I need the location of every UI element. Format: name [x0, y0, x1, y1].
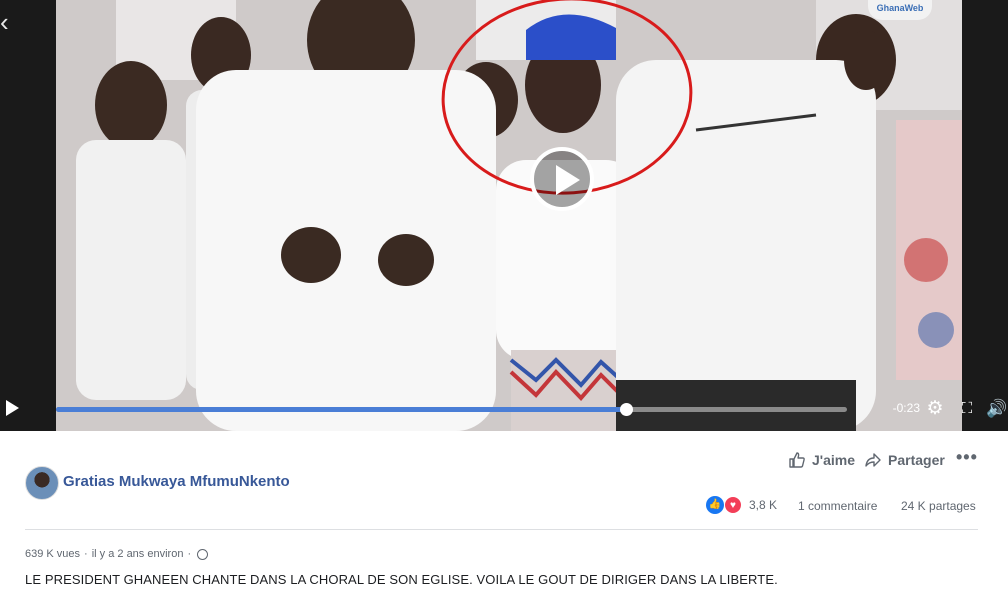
globe-icon — [197, 548, 209, 560]
watermark-logo: GhanaWeb — [868, 0, 932, 20]
gear-icon[interactable]: ⚙ — [924, 398, 946, 420]
view-count: 639 K vues — [25, 548, 81, 560]
volume-icon[interactable]: 🔊 — [986, 398, 1008, 420]
thumbs-up-icon — [789, 452, 805, 468]
post-time[interactable]: il y a 2 ans environ — [92, 548, 184, 560]
share-button[interactable]: Partager — [864, 450, 945, 470]
like-button[interactable]: J'aime — [788, 450, 855, 470]
post-meta: 639 K vues · il y a 2 ans environ · — [25, 548, 209, 560]
share-arrow-icon — [865, 453, 881, 467]
comments-count[interactable]: 1 commentaire — [798, 499, 877, 513]
post-caption: LE PRESIDENT GHANEEN CHANTE DANS LA CHOR… — [25, 572, 778, 587]
meta-separator: · — [84, 548, 88, 560]
chevron-left-icon[interactable]: ‹ — [0, 9, 20, 35]
fullscreen-icon[interactable]: ⛶ — [956, 398, 978, 420]
like-reaction-icon: 👍 — [706, 496, 724, 514]
meta-separator: · — [187, 548, 192, 560]
love-reaction-icon: ♥ — [724, 496, 742, 514]
video-player[interactable]: ‹ GhanaWeb -0:23 ⚙ ⛶ 🔊 — [0, 0, 1008, 431]
divider — [25, 529, 978, 530]
progress-handle[interactable] — [619, 403, 633, 416]
reaction-count: 3,8 K — [749, 498, 778, 512]
play-button[interactable] — [530, 147, 594, 211]
video-scene — [56, 0, 962, 431]
progress-fill — [56, 407, 626, 412]
shares-count[interactable]: 24 K partages — [901, 499, 976, 513]
video-frame[interactable]: GhanaWeb — [56, 0, 962, 431]
time-remaining: -0:23 — [892, 401, 920, 415]
author-name[interactable]: Gratias Mukwaya MfumuNkento — [63, 473, 290, 490]
avatar[interactable] — [25, 466, 59, 500]
reactions-summary[interactable]: 👍 ♥ 3,8 K — [706, 496, 777, 514]
like-label: J'aime — [812, 452, 856, 468]
share-label: Partager — [888, 452, 945, 468]
play-icon[interactable] — [6, 400, 20, 418]
more-options-button[interactable]: ••• — [956, 447, 978, 468]
video-controls: -0:23 ⚙ ⛶ 🔊 — [0, 393, 1008, 431]
progress-track[interactable] — [56, 403, 847, 416]
post-container: J'aime Partager ••• Gratias Mukwaya Mfum… — [0, 431, 1008, 606]
